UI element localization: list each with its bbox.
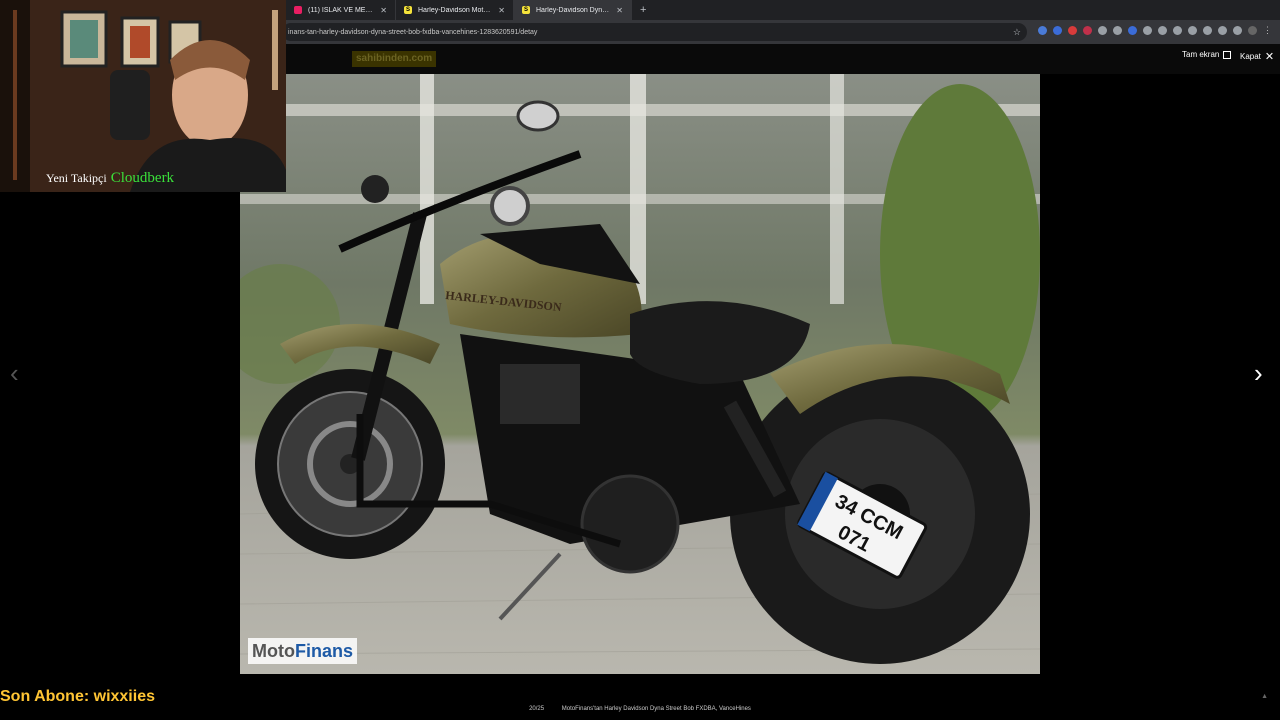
extensions-toolbar: ⋮	[1038, 26, 1272, 35]
last-subscriber-text: Son Abone: wixxiies	[0, 688, 155, 705]
scroll-up-icon[interactable]: ▲	[1261, 693, 1268, 700]
tab-favicon-icon: S	[404, 6, 412, 14]
photo-caption: 20/25 MotoFinans'tan Harley Davidson Dyn…	[0, 706, 1280, 712]
tab-harley-davidson-dyna-street[interactable]: S Harley-Davidson Dyna Street ✕	[514, 0, 632, 20]
fullscreen-icon	[1223, 50, 1232, 59]
fence-post	[830, 74, 844, 304]
extension-icon[interactable]	[1158, 26, 1167, 35]
follower-name: Cloudberk	[110, 170, 175, 186]
menu-kebab-icon[interactable]: ⋮	[1263, 26, 1272, 35]
extension-icon[interactable]	[1173, 26, 1182, 35]
tab-title: Harley-Davidson Motosiklet	[418, 6, 492, 14]
extension-icon[interactable]	[1038, 26, 1047, 35]
tab-harley-davidson-motosiklet[interactable]: S Harley-Davidson Motosiklet ✕	[396, 0, 514, 20]
follower-label: Yeni Takipçi	[46, 171, 107, 185]
fence-post	[630, 74, 646, 304]
extension-icon[interactable]	[1083, 26, 1092, 35]
watermark-accent-text: Finans	[294, 641, 353, 661]
tab-favicon-icon: S	[522, 6, 530, 14]
extension-icon[interactable]	[1053, 26, 1062, 35]
extension-icon[interactable]	[1233, 26, 1242, 35]
webcam-overlay: Yeni Takipçi Cloudberk	[0, 0, 286, 192]
extension-icon[interactable]	[1203, 26, 1212, 35]
caption-text: MotoFinans'tan Harley Davidson Dyna Stre…	[561, 706, 751, 712]
cylinder	[500, 364, 580, 424]
url-text: inans-tan-harley-davidson-dyna-street-bo…	[288, 28, 538, 36]
extension-icon[interactable]	[1143, 26, 1152, 35]
tab-title: (11) ISLAK VE METAL | SSrid	[308, 6, 374, 14]
extension-icon[interactable]	[1218, 26, 1227, 35]
motorcycle-image: HARLEY-DAVIDSON 34 CCM 071	[240, 74, 1040, 674]
chevron-right-icon: ›	[1254, 358, 1263, 388]
url-field[interactable]: inans-tan-harley-davidson-dyna-street-bo…	[282, 23, 1027, 41]
tab-favicon-icon	[294, 6, 302, 14]
gaming-chair	[110, 70, 150, 140]
listing-photo: HARLEY-DAVIDSON 34 CCM 071 MotoFinans	[240, 74, 1040, 674]
close-button[interactable]: Kapat ✕	[1240, 50, 1274, 63]
headlight	[361, 175, 389, 203]
extension-icon[interactable]	[1128, 26, 1137, 35]
tab-islak-ve-metal[interactable]: (11) ISLAK VE METAL | SSrid ✕	[286, 0, 396, 20]
motofinans-watermark: MotoFinans	[248, 638, 357, 664]
new-tab-button[interactable]: +	[632, 4, 654, 16]
new-follower-alert: Yeni Takipçi Cloudberk	[46, 170, 174, 187]
extension-icon[interactable]	[1068, 26, 1077, 35]
extension-icon[interactable]	[1113, 26, 1122, 35]
tab-title: Harley-Davidson Dyna Street	[536, 6, 610, 14]
streamer-camera	[0, 0, 286, 192]
previous-photo-button[interactable]: ‹	[10, 358, 19, 389]
photo-counter: 20/25	[529, 706, 545, 712]
screen: (11) ISLAK VE METAL | SSrid ✕ S Harley-D…	[0, 0, 1280, 720]
fullscreen-label: Tam ekran	[1182, 50, 1220, 59]
speedometer	[490, 186, 530, 226]
chevron-left-icon: ‹	[10, 358, 19, 388]
profile-avatar-icon[interactable]	[1248, 26, 1257, 35]
mirror	[516, 100, 560, 132]
tab-close-icon[interactable]: ✕	[380, 6, 387, 15]
tab-close-icon[interactable]: ✕	[616, 6, 623, 15]
engine-cover	[580, 474, 680, 574]
watermark-text: Moto	[252, 641, 295, 661]
fence-post	[420, 74, 434, 304]
next-photo-button[interactable]: ›	[1254, 358, 1263, 389]
close-icon: ✕	[1264, 51, 1275, 63]
tab-close-icon[interactable]: ✕	[498, 6, 505, 15]
extension-icon[interactable]	[1188, 26, 1197, 35]
close-label: Kapat	[1240, 52, 1261, 61]
site-logo[interactable]: sahibinden.com	[352, 51, 437, 67]
extension-icon[interactable]	[1098, 26, 1107, 35]
bookmark-star-icon[interactable]: ☆	[1013, 27, 1021, 38]
fullscreen-button[interactable]: Tam ekran	[1182, 50, 1232, 59]
